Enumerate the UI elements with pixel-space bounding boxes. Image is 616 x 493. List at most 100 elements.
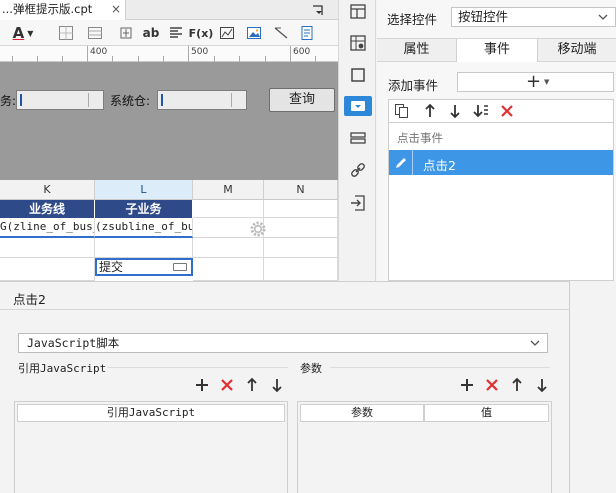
chevron-down-icon bbox=[597, 11, 609, 23]
column-header-l[interactable]: L bbox=[95, 180, 193, 200]
ref-js-section-label: 引用JavaScript bbox=[18, 362, 107, 375]
font-color-icon: A bbox=[12, 24, 25, 42]
params-table[interactable]: 参数 值 bbox=[297, 401, 552, 493]
cell-attribute-icon[interactable] bbox=[348, 2, 368, 22]
grid-cell[interactable] bbox=[193, 258, 264, 281]
chart-icon[interactable] bbox=[218, 23, 236, 43]
header-cell-business-line[interactable]: 业务线 bbox=[0, 200, 95, 218]
grid-cell[interactable] bbox=[0, 238, 95, 258]
formula-cell-l[interactable]: (zsubline_of_bus bbox=[95, 218, 193, 238]
text-icon[interactable]: ab bbox=[142, 23, 160, 43]
event-list-item[interactable]: 点击2 bbox=[389, 150, 613, 175]
select-control-label: 选择控件 bbox=[387, 12, 438, 27]
control-type-value: 按钮控件 bbox=[458, 9, 509, 24]
formula-icon[interactable]: F(x) bbox=[189, 23, 214, 43]
divider bbox=[330, 367, 550, 368]
business-label: 务: bbox=[0, 94, 17, 108]
border-icon[interactable] bbox=[57, 23, 75, 43]
param-column-header: 参数 bbox=[300, 404, 424, 422]
submit-button-label: 提交 bbox=[99, 260, 124, 274]
button-widget-icon bbox=[173, 263, 187, 271]
system-warehouse-combo[interactable] bbox=[157, 90, 247, 110]
grid-cell[interactable] bbox=[264, 258, 338, 281]
grid-cell[interactable] bbox=[264, 218, 338, 238]
hyperlink-icon[interactable] bbox=[348, 160, 368, 180]
delete-icon[interactable] bbox=[219, 377, 235, 393]
arrow-down-icon[interactable] bbox=[269, 377, 285, 393]
ref-js-column-header: 引用JavaScript bbox=[17, 404, 285, 422]
delete-icon[interactable] bbox=[484, 377, 500, 393]
grid-cell[interactable] bbox=[264, 200, 338, 218]
text-cursor bbox=[161, 94, 163, 106]
copy-icon[interactable] bbox=[393, 102, 411, 120]
widget-icon[interactable] bbox=[344, 96, 372, 116]
file-tab-title: ...弹框提示版.cpt bbox=[2, 2, 93, 16]
column-header-k[interactable]: K bbox=[0, 180, 95, 200]
tab-attributes[interactable]: 属性 bbox=[377, 39, 456, 62]
ref-js-table[interactable]: 引用JavaScript bbox=[14, 401, 288, 493]
column-header-m[interactable]: M bbox=[193, 180, 264, 200]
tab-mobile[interactable]: 移动端 bbox=[538, 39, 616, 62]
add-icon[interactable] bbox=[459, 377, 475, 393]
value-column-header: 值 bbox=[424, 404, 549, 422]
control-type-select[interactable]: 按钮控件 bbox=[451, 7, 616, 27]
ruler-tick bbox=[188, 46, 189, 62]
parameter-pane: 务: 系统仓: 查询 bbox=[0, 62, 338, 180]
arrow-down-icon[interactable] bbox=[446, 102, 464, 120]
combo-dropdown-icon[interactable] bbox=[88, 93, 101, 107]
arrow-down-icon[interactable] bbox=[534, 377, 550, 393]
dialog-title: 点击2 bbox=[13, 292, 46, 307]
pencil-icon[interactable] bbox=[389, 150, 413, 175]
add-event-button[interactable]: + ▼ bbox=[457, 72, 614, 92]
event-editor-dialog: 点击2 JavaScript脚本 引用JavaScript 参数 引用JavaS… bbox=[0, 281, 570, 493]
cell-element-icon[interactable] bbox=[348, 33, 368, 53]
text-cursor bbox=[20, 94, 22, 106]
add-icon[interactable] bbox=[194, 377, 210, 393]
align-icon[interactable] bbox=[167, 23, 185, 43]
tab-list-dropdown-icon[interactable] bbox=[310, 2, 326, 18]
merge-cells-icon[interactable] bbox=[86, 23, 104, 43]
arrow-up-icon[interactable] bbox=[509, 377, 525, 393]
grid-cell[interactable] bbox=[0, 258, 95, 281]
file-tab-bar: ...弹框提示版.cpt × bbox=[0, 0, 338, 20]
move-to-bottom-icon[interactable] bbox=[472, 102, 490, 120]
plus-icon: + bbox=[526, 71, 542, 92]
close-icon[interactable]: × bbox=[108, 0, 124, 20]
submit-button-cell[interactable]: 提交 bbox=[95, 258, 193, 276]
delete-icon[interactable] bbox=[498, 102, 516, 120]
event-group-label: 点击事件 bbox=[397, 131, 443, 145]
script-type-select[interactable]: JavaScript脚本 bbox=[18, 333, 548, 353]
sub-report-icon[interactable] bbox=[298, 23, 316, 43]
image-icon[interactable] bbox=[245, 23, 263, 43]
add-event-label: 添加事件 bbox=[388, 78, 439, 93]
grid-cell[interactable] bbox=[193, 238, 264, 258]
query-button[interactable]: 查询 bbox=[269, 88, 335, 112]
gear-icon[interactable] bbox=[249, 220, 267, 238]
divider bbox=[0, 309, 570, 310]
header-cell-sub-business[interactable]: 子业务 bbox=[95, 200, 193, 218]
formula-cell-k[interactable]: G(zline_of_bus_d bbox=[0, 218, 95, 238]
business-combo[interactable] bbox=[16, 90, 104, 110]
unmerge-cells-icon[interactable] bbox=[117, 23, 135, 43]
event-toolbar bbox=[388, 99, 614, 122]
arrow-up-icon[interactable] bbox=[421, 102, 439, 120]
column-header-n[interactable]: N bbox=[264, 180, 338, 200]
divider bbox=[108, 367, 288, 368]
ruler-tick bbox=[290, 46, 291, 62]
slash-icon[interactable] bbox=[272, 23, 290, 43]
grid-cell[interactable] bbox=[264, 238, 338, 258]
widget-settings-icon[interactable] bbox=[348, 65, 368, 85]
panel-tabs: 属性 事件 移动端 bbox=[377, 38, 616, 62]
event-list: 点击事件 点击2 bbox=[388, 122, 614, 281]
chevron-down-icon bbox=[529, 337, 541, 349]
grid-cell[interactable] bbox=[193, 200, 264, 218]
arrow-up-icon[interactable] bbox=[244, 377, 260, 393]
ruler-tick bbox=[87, 46, 88, 62]
data-entry-icon[interactable] bbox=[348, 193, 368, 213]
condition-attr-icon[interactable] bbox=[348, 128, 368, 148]
params-section-label: 参数 bbox=[300, 362, 322, 375]
font-color-button[interactable]: A ▼ bbox=[8, 23, 38, 43]
tab-events[interactable]: 事件 bbox=[456, 39, 538, 62]
combo-dropdown-icon[interactable] bbox=[231, 93, 244, 107]
grid-cell[interactable] bbox=[95, 238, 193, 258]
